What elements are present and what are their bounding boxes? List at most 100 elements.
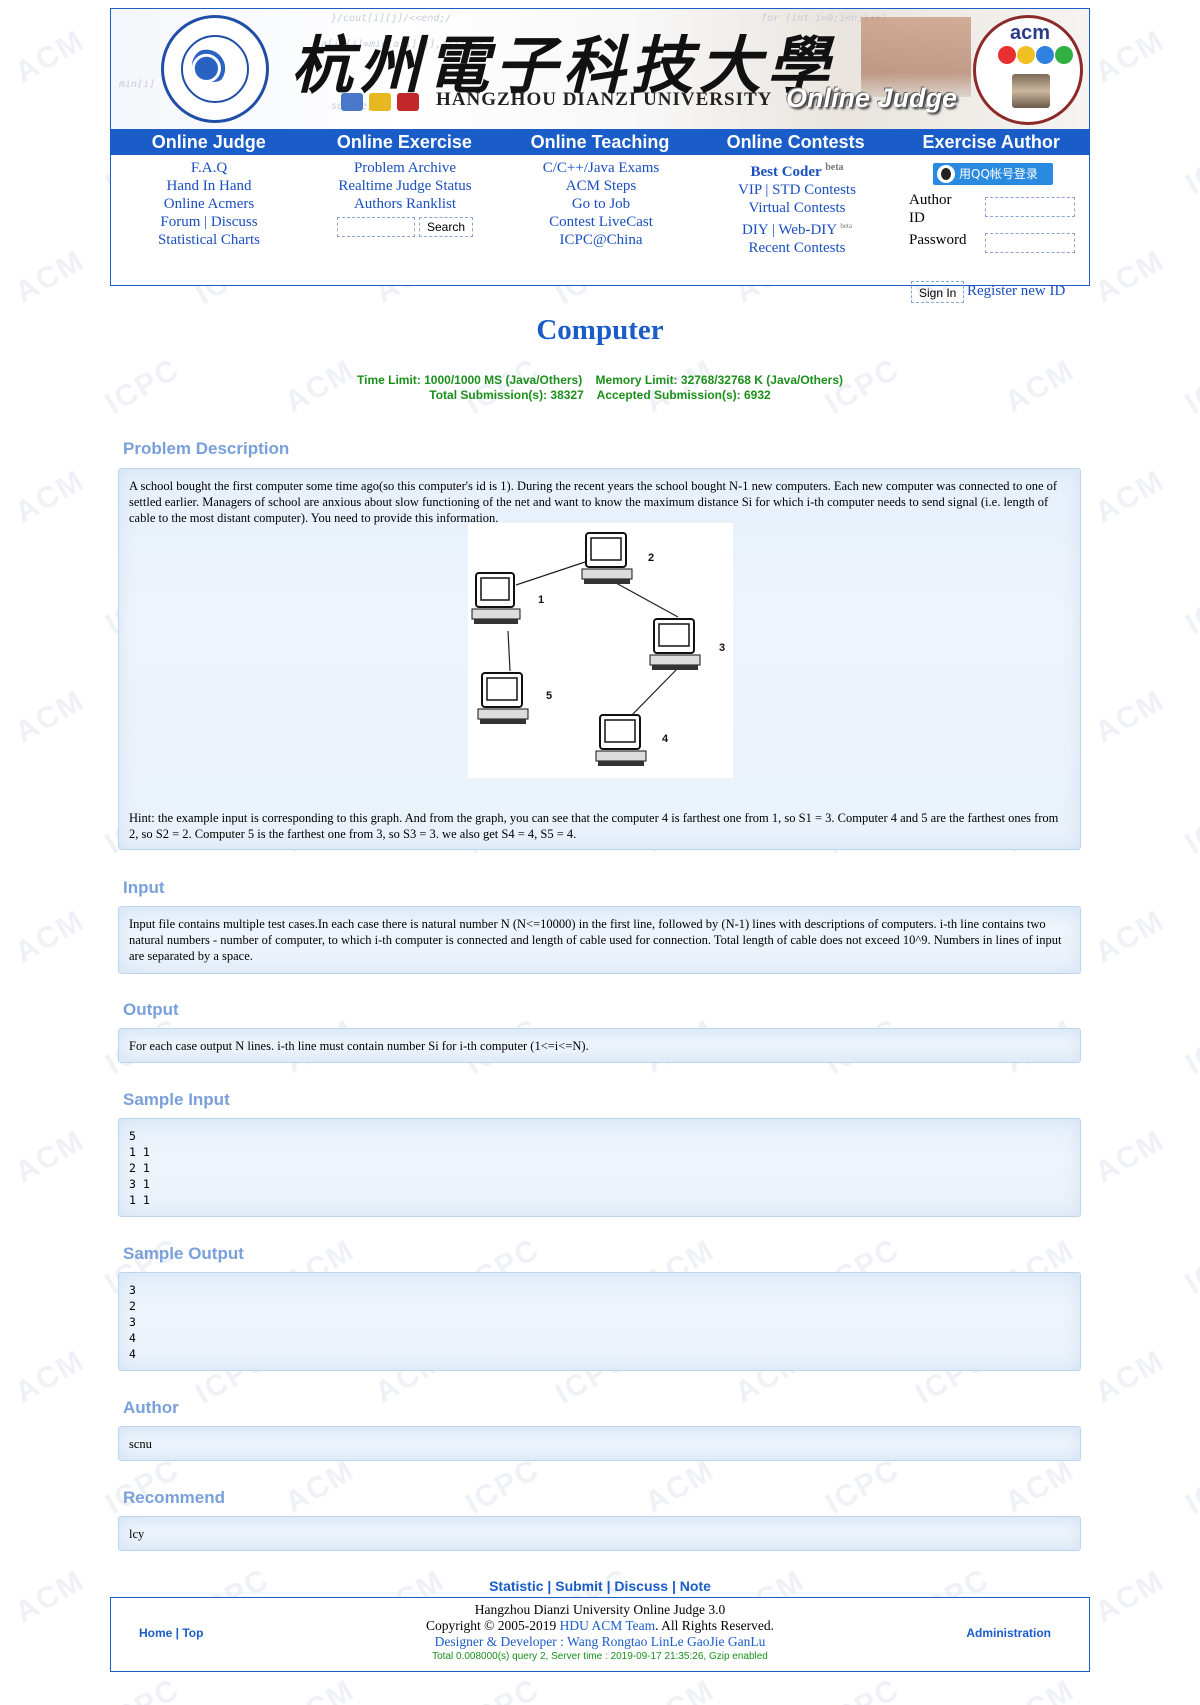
link-contest-livecast[interactable]: Contest LiveCast [503,213,699,231]
problem-action-links: Statistic | Submit | Discuss | Note [489,1578,711,1594]
author-id-input[interactable] [985,197,1075,217]
watermark-text: ICPC [1179,1012,1200,1081]
section-heading-sample-input: Sample Input [123,1090,230,1109]
watermark-text: ICPC [459,1452,546,1521]
link-diy-web-diy[interactable]: DIY | Web-DIY beta [699,217,895,239]
watermark-text: ICPC [1179,132,1200,201]
hdu-acm-team-link[interactable]: HDU ACM Team [560,1618,656,1633]
beta-tag: beta [825,162,844,173]
watermark-text: ACM [639,1453,721,1520]
footer-copyright: Copyright © 2005-2019 HDU ACM Team. All … [425,1618,775,1633]
password-input[interactable] [985,233,1075,253]
link-virtual-contests[interactable]: Virtual Contests [699,199,895,217]
qq-penguin-icon [937,165,955,183]
footer-version: Hangzhou Dianzi University Online Judge … [474,1602,726,1617]
watermark-text: ICPC [99,1452,186,1521]
watermark-text: ICPC [1179,792,1200,861]
link-forum-discuss[interactable]: Forum | Discuss [111,213,307,231]
link-hand-in-hand[interactable]: Hand In Hand [111,177,307,195]
link-online-acmers[interactable]: Online Acmers [111,195,307,213]
watermark-text: ICPC [1179,1452,1200,1521]
link-recent-contests[interactable]: Recent Contests [699,239,895,257]
input-text: Input file contains multiple test cases.… [129,917,1062,963]
main-nav-bar: Online Judge Online Exercise Online Teac… [111,129,1089,155]
sample-input-text: 5 1 1 2 1 3 1 1 1 [129,1129,150,1207]
author-text: scnu [129,1437,152,1451]
problem-title: Computer [536,314,664,346]
section-heading-sample-output: Sample Output [123,1244,244,1263]
watermark-text: ACM [1089,1343,1171,1410]
nav-title-exercise-author[interactable]: Exercise Author [893,129,1089,155]
nav-column-online-contests: Best Coder beta VIP | STD Contests Virtu… [699,159,895,257]
footer-info: Hangzhou Dianzi University Online Judge … [111,1602,1089,1664]
watermark-text: ICPC [100,1672,186,1705]
site-footer: Home | Top Hangzhou Dianzi University On… [110,1597,1090,1672]
watermark-text: ACM [9,1343,91,1410]
watermark-text: ACM [639,1674,720,1705]
link-go-to-job[interactable]: Go to Job [503,195,699,213]
discuss-link[interactable]: Discuss [614,1578,668,1594]
section-heading-author: Author [123,1398,179,1417]
link-faq[interactable]: F.A.Q [111,159,307,177]
sample-output-text: 3 2 3 4 4 [129,1283,136,1361]
sample-output-panel: 3 2 3 4 4 [118,1272,1081,1371]
administration-link[interactable]: Administration [966,1626,1051,1640]
nav-column-online-exercise: Problem Archive Realtime Judge Status Au… [307,159,503,237]
watermark-text: ICPC [460,1672,546,1705]
graph-label-5: 5 [546,690,552,702]
watermark-text: ACM [9,1123,91,1190]
note-link[interactable]: Note [680,1578,711,1594]
section-heading-input: Input [123,878,165,897]
output-text: For each case output N lines. i-th line … [129,1039,589,1053]
nav-column-online-judge: F.A.Q Hand In Hand Online Acmers Forum |… [111,159,307,249]
nav-title-online-teaching[interactable]: Online Teaching [502,129,698,155]
watermark-text: ICPC [1179,1232,1200,1301]
graph-label-1: 1 [538,594,544,606]
input-panel: Input file contains multiple test cases.… [118,906,1081,974]
link-best-coder[interactable]: Best Coder beta [699,159,895,181]
link-vip-std-contests[interactable]: VIP | STD Contests [699,181,895,199]
register-link[interactable]: Register new ID [967,281,1065,301]
footer-designer: Designer & Developer : Wang Rongtao LinL… [434,1634,766,1649]
watermark-text: ACM [9,683,91,750]
link-exams[interactable]: C/C++/Java Exams [503,159,699,177]
search-button[interactable]: Search [418,217,474,237]
link-problem-archive[interactable]: Problem Archive [307,159,503,177]
statistic-link[interactable]: Statistic [489,1578,543,1594]
nav-title-online-judge[interactable]: Online Judge [111,129,307,155]
watermark-text: ACM [9,1563,91,1630]
section-heading-recommend: Recommend [123,1488,226,1507]
problem-search-input[interactable] [336,217,415,237]
network-graph-image: 1 2 3 4 5 [468,523,733,778]
hint-text: Hint: the example input is corresponding… [129,811,1059,841]
footer-server-stats: Total 0.008000(s) query 2, Server time :… [432,1651,768,1662]
site-banner: }/cout[i][j]/<<end;/ a[i][j]=min(a[i][j]… [111,9,1089,129]
section-heading-description: Problem Description [123,439,290,458]
watermark-text: ICPC [819,1452,906,1521]
sample-input-panel: 5 1 1 2 1 3 1 1 1 [118,1118,1081,1217]
link-acm-steps[interactable]: ACM Steps [503,177,699,195]
link-realtime-judge-status[interactable]: Realtime Judge Status [307,177,503,195]
recommend-text: lcy [129,1527,145,1541]
computer-1-icon [471,572,521,624]
problem-limits: Time Limit: 1000/1000 MS (Java/Others) M… [357,373,843,402]
computer-3-icon [649,618,701,670]
watermark-text: ACM [1089,243,1171,310]
watermark-text: ICPC [1179,572,1200,641]
sign-in-button[interactable]: Sign In [911,281,965,303]
link-authors-ranklist[interactable]: Authors Ranklist [307,195,503,213]
qq-login-button[interactable]: 用QQ帐号登录 [933,163,1053,185]
watermark-text: ICPC [820,1672,906,1705]
watermark-text: ACM [999,1453,1081,1520]
online-judge-banner-text: Online Judge [786,83,958,113]
link-icpc-china[interactable]: ICPC@China [503,231,699,249]
link-statistical-charts[interactable]: Statistical Charts [111,231,307,249]
nav-title-online-exercise[interactable]: Online Exercise [307,129,503,155]
submit-link[interactable]: Submit [555,1578,602,1594]
nav-title-online-contests[interactable]: Online Contests [698,129,894,155]
computer-4-icon [595,714,647,766]
watermark-text: ACM [1089,903,1171,970]
watermark-text: ACM [9,463,91,530]
author-panel: scnu [118,1426,1081,1461]
problem-search: Search [307,217,503,237]
